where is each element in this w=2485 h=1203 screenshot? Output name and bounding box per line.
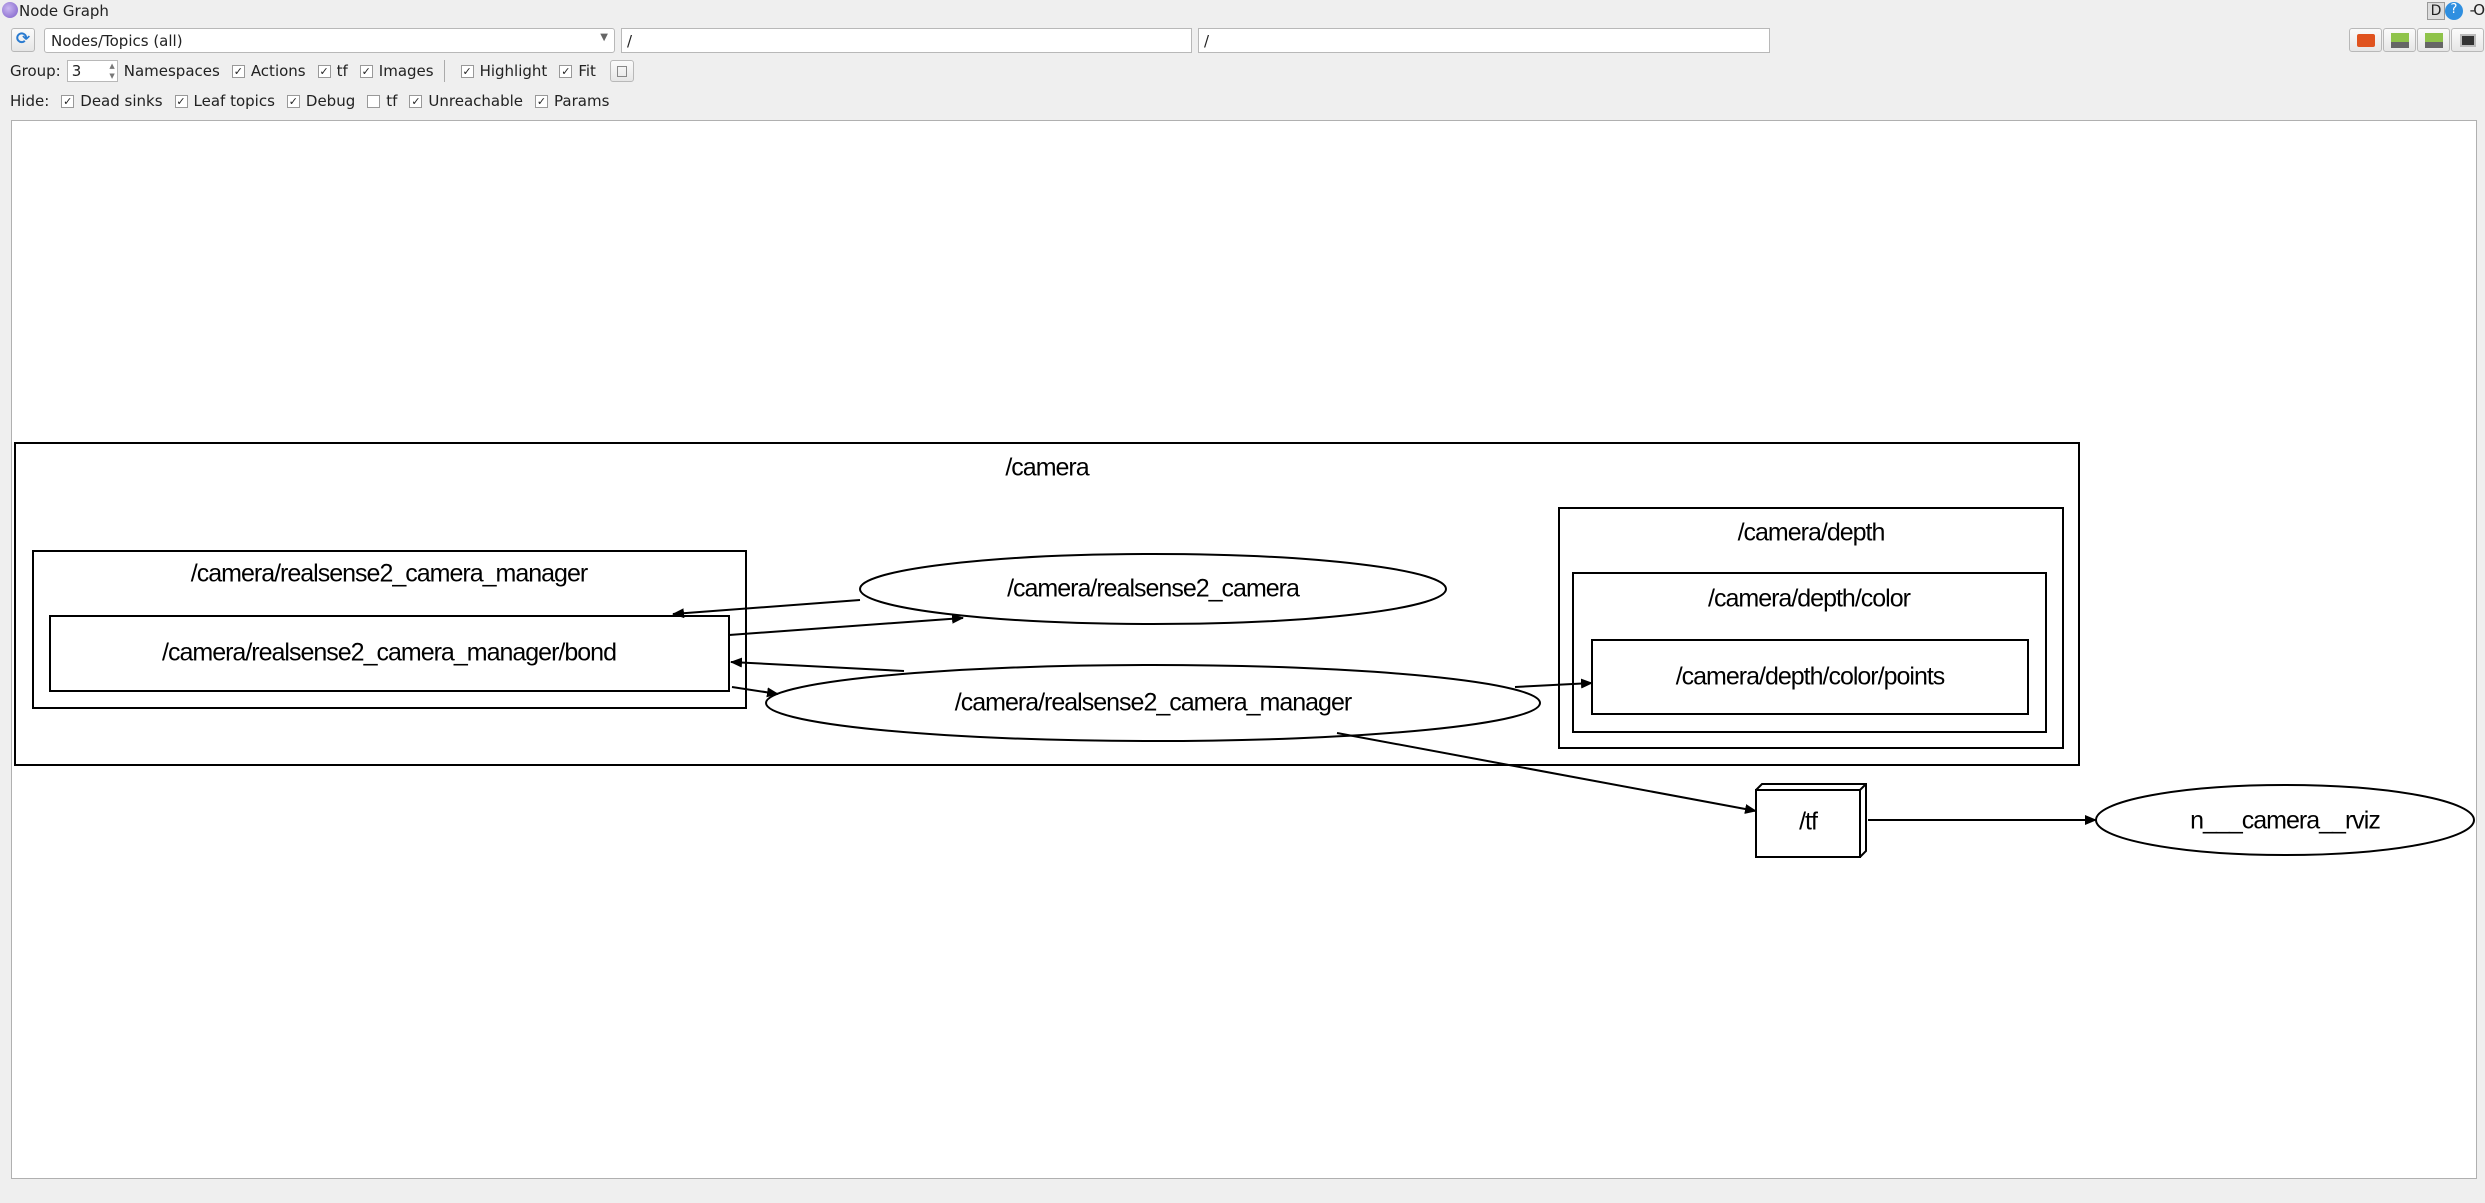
highlight-checkbox[interactable]: ✓: [460, 64, 474, 78]
debug-label: Debug: [305, 92, 356, 110]
hide-row: Hide: ✓ Dead sinks ✓ Leaf topics ✓ Debug tf…: [10, 92, 609, 110]
namespaces-label: Namespaces: [123, 62, 220, 80]
chevron-down-icon: ▼: [600, 32, 608, 43]
dock-button[interactable]: D: [2427, 2, 2445, 20]
edge-manager-to-bond: [730, 657, 905, 672]
help-button[interactable]: ?: [2445, 2, 2463, 20]
open-folder-icon: [2356, 34, 2375, 47]
cluster-camera-label: /camera: [1005, 454, 1089, 482]
close-button[interactable]: O: [2473, 1, 2485, 19]
title-bar: Node Graph D ? - O: [0, 0, 2485, 22]
hide-tf-label: tf: [386, 92, 398, 110]
unreachable-checkbox[interactable]: ✓: [409, 94, 423, 108]
namespace-filter-input[interactable]: /: [621, 28, 1192, 53]
edge-manager-to-tf: [1336, 732, 1757, 814]
group-spinbox[interactable]: 3 ▲ ▼: [66, 60, 118, 82]
cluster-depth-label: /camera/depth: [1738, 519, 1885, 547]
edge-bond-to-camera: [728, 613, 964, 636]
actions-label: Actions: [250, 62, 306, 80]
save-dot-button[interactable]: [2383, 28, 2416, 52]
save-svg-button[interactable]: [2417, 28, 2450, 52]
options-row: Group: 3 ▲ ▼ Namespaces ✓ Actions ✓ tf ✓ Imag…: [10, 60, 634, 82]
save-icon: [2424, 33, 2443, 48]
load-dot-button[interactable]: [2349, 28, 2382, 52]
edge-camera-to-bond: [672, 599, 861, 619]
dead-sinks-label: Dead sinks: [80, 92, 163, 110]
leaf-topics-checkbox[interactable]: ✓: [174, 94, 188, 108]
view-mode-value: Nodes/Topics (all): [51, 32, 183, 50]
hide-tf-checkbox[interactable]: [367, 94, 381, 108]
params-label: Params: [554, 92, 610, 110]
app-icon: [2, 2, 18, 18]
params-checkbox[interactable]: ✓: [535, 94, 549, 108]
fit-icon: [616, 66, 627, 77]
topic-filter-input[interactable]: /: [1198, 28, 1770, 53]
unreachable-label: Unreachable: [428, 92, 524, 110]
actions-checkbox[interactable]: ✓: [231, 64, 245, 78]
save-icon: [2390, 33, 2409, 48]
node-manager-label: /camera/realsense2_camera_manager: [955, 689, 1352, 717]
view-mode-combo[interactable]: Nodes/Topics (all) ▼: [44, 28, 615, 53]
graph-canvas[interactable]: /camera /camera/realsense2_camera_manage…: [11, 120, 2477, 1179]
topic-tf-label: /tf: [1799, 808, 1818, 836]
hide-label: Hide:: [10, 92, 50, 110]
topic-points-label: /camera/depth/color/points: [1676, 663, 1945, 691]
screen-icon: [2459, 34, 2476, 47]
images-label: Images: [378, 62, 434, 80]
tf-checkbox[interactable]: ✓: [317, 64, 331, 78]
cluster-manager-label: /camera/realsense2_camera_manager: [191, 560, 588, 588]
separator: [443, 60, 445, 82]
leaf-topics-label: Leaf topics: [193, 92, 275, 110]
node-rviz-label: n___camera__rviz: [2190, 807, 2380, 835]
tf-label: tf: [336, 62, 348, 80]
cluster-depth-color-label: /camera/depth/color: [1708, 585, 1911, 613]
fit-label: Fit: [578, 62, 596, 80]
edge-manager-to-points: [1514, 678, 1593, 689]
edge-bond-to-manager: [731, 686, 779, 698]
node-bond-label: /camera/realsense2_camera_manager/bond: [162, 639, 616, 667]
fit-view-button[interactable]: [609, 60, 634, 82]
highlight-label: Highlight: [479, 62, 548, 80]
window-title: Node Graph: [19, 2, 109, 20]
debug-checkbox[interactable]: ✓: [286, 94, 300, 108]
graph-svg: /camera /camera/realsense2_camera_manage…: [14, 442, 2475, 858]
save-image-button[interactable]: [2451, 28, 2484, 52]
images-checkbox[interactable]: ✓: [359, 64, 373, 78]
node-realsense2-camera-label: /camera/realsense2_camera: [1007, 575, 1300, 603]
group-value: 3: [71, 62, 82, 80]
spin-arrows-icon: ▲ ▼: [109, 62, 115, 80]
group-label: Group:: [10, 62, 61, 80]
dead-sinks-checkbox[interactable]: ✓: [61, 94, 75, 108]
refresh-icon: ⟳: [15, 29, 31, 49]
fit-checkbox[interactable]: ✓: [559, 64, 573, 78]
refresh-button[interactable]: ⟳: [11, 28, 35, 52]
